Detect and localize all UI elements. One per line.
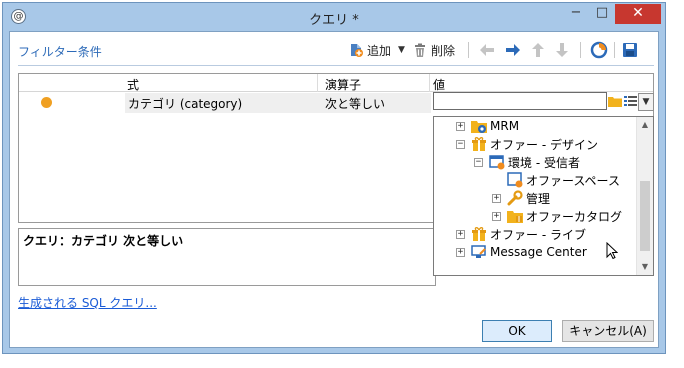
message-center-icon <box>471 244 487 260</box>
offer-space-icon <box>507 172 523 188</box>
query-summary-box: クエリ：カテゴリ 次と等しい <box>18 228 436 286</box>
tree-item-offer-space[interactable]: オファースペース <box>507 171 620 189</box>
move-up-button[interactable] <box>530 41 546 59</box>
tree-item-offer-live[interactable]: + オファー - ライブ <box>456 225 586 243</box>
tree-item-admin[interactable]: + 管理 <box>492 189 550 207</box>
catalog-folder-icon <box>507 208 523 224</box>
ok-button[interactable]: OK <box>482 320 552 342</box>
title-bar: @ クエリ * − □ ✕ <box>3 3 665 31</box>
expand-icon[interactable]: + <box>456 247 465 257</box>
offer-gift-icon <box>471 136 487 152</box>
scroll-up-arrow-icon[interactable]: ▲ <box>637 117 653 133</box>
move-down-button[interactable] <box>554 41 570 59</box>
tree-item-label: オファー - ライブ <box>490 227 586 242</box>
maximize-button[interactable]: □ <box>589 4 615 24</box>
column-header-operator[interactable]: 演算子 <box>325 76 361 93</box>
dialog-body: フィルター条件 追加 ▼ 削除 式 演算子 値 カテゴリ (category) … <box>9 31 659 348</box>
move-right-button[interactable] <box>504 41 522 59</box>
grid-header: 式 演算子 値 <box>19 74 653 92</box>
toolbar-separator <box>580 42 581 58</box>
tree-item-label: MRM <box>490 119 520 133</box>
expression-cell[interactable]: カテゴリ (category) <box>128 95 242 112</box>
tree-item-label: オファースペース <box>526 173 620 188</box>
tree-item-message-center[interactable]: + Message Center <box>456 243 587 261</box>
tree-item-label: オファーカタログ <box>526 209 623 224</box>
toolbar-divider <box>18 65 654 66</box>
mrm-folder-icon <box>471 118 487 134</box>
query-summary-text: クエリ：カテゴリ 次と等しい <box>23 234 184 248</box>
operator-cell[interactable]: 次と等しい <box>325 95 385 112</box>
tree-item-mrm[interactable]: + MRM <box>456 117 519 135</box>
chevron-down-icon: ▼ <box>642 97 650 107</box>
column-divider <box>429 74 430 92</box>
generated-sql-link[interactable]: 生成される SQL クエリ... <box>18 294 157 311</box>
add-dropdown-arrow-icon[interactable]: ▼ <box>398 41 405 59</box>
collapse-icon[interactable]: − <box>474 157 483 167</box>
cancel-button[interactable]: キャンセル(A) <box>562 320 654 342</box>
collapse-icon[interactable]: − <box>456 139 465 149</box>
environment-icon <box>489 154 505 170</box>
status-dot-icon <box>41 97 52 108</box>
mouse-cursor-icon <box>606 241 619 263</box>
toolbar-separator <box>614 42 615 58</box>
save-icon <box>622 42 638 58</box>
arrow-right-icon <box>504 42 522 58</box>
query-dialog: @ クエリ * − □ ✕ フィルター条件 追加 ▼ 削除 式 演算子 値 カテ… <box>2 2 666 354</box>
distribution-icon <box>590 41 608 59</box>
trash-icon <box>412 42 428 58</box>
tree-scrollbar[interactable]: ▲ ▼ <box>636 117 653 275</box>
folder-icon <box>608 95 622 110</box>
tree-item-offer-catalog[interactable]: + オファーカタログ <box>492 207 622 225</box>
move-left-button[interactable] <box>478 41 496 59</box>
filter-conditions-title: フィルター条件 <box>18 45 102 59</box>
close-button[interactable]: ✕ <box>615 4 661 24</box>
wrench-icon <box>507 190 523 206</box>
delete-button[interactable]: 削除 <box>412 41 455 59</box>
scrollbar-thumb[interactable] <box>640 181 650 251</box>
toolbar: フィルター条件 追加 ▼ 削除 <box>10 32 658 66</box>
expand-icon[interactable]: + <box>456 229 465 239</box>
value-input[interactable] <box>433 92 607 110</box>
scroll-down-arrow-icon[interactable]: ▼ <box>637 259 653 275</box>
column-header-expression[interactable]: 式 <box>127 76 139 93</box>
column-divider <box>317 74 318 92</box>
tree-item-offer-design[interactable]: − オファー - デザイン <box>456 135 598 153</box>
value-dropdown-button[interactable]: ▼ <box>638 93 654 111</box>
tree-item-label: オファー - デザイン <box>490 137 598 152</box>
list-icon <box>624 95 638 110</box>
offer-gift-icon <box>471 226 487 242</box>
tree-item-label: Message Center <box>490 245 587 259</box>
arrow-left-icon <box>478 42 496 58</box>
save-button[interactable] <box>622 41 638 59</box>
expand-icon[interactable]: + <box>456 121 465 131</box>
minimize-button[interactable]: − <box>563 4 589 24</box>
expand-icon[interactable]: + <box>492 211 501 221</box>
arrow-up-icon <box>530 42 546 58</box>
distribution-button[interactable] <box>590 41 608 59</box>
expand-icon[interactable]: + <box>492 193 501 203</box>
tree-item-label: 管理 <box>526 191 551 206</box>
column-header-value[interactable]: 値 <box>433 76 445 93</box>
add-label: 追加 <box>367 43 392 58</box>
tree-item-environment[interactable]: − 環境 - 受信者 <box>474 153 580 171</box>
tree-item-label: 環境 - 受信者 <box>508 155 580 170</box>
add-button[interactable]: 追加 <box>348 41 391 59</box>
delete-label: 削除 <box>431 43 456 58</box>
arrow-down-icon <box>554 42 570 58</box>
add-filter-icon <box>348 42 364 58</box>
category-tree-popup[interactable]: + MRM − オファー - デザイン − 環境 - 受信者 オファースペース … <box>433 116 654 276</box>
toolbar-separator <box>468 42 469 58</box>
